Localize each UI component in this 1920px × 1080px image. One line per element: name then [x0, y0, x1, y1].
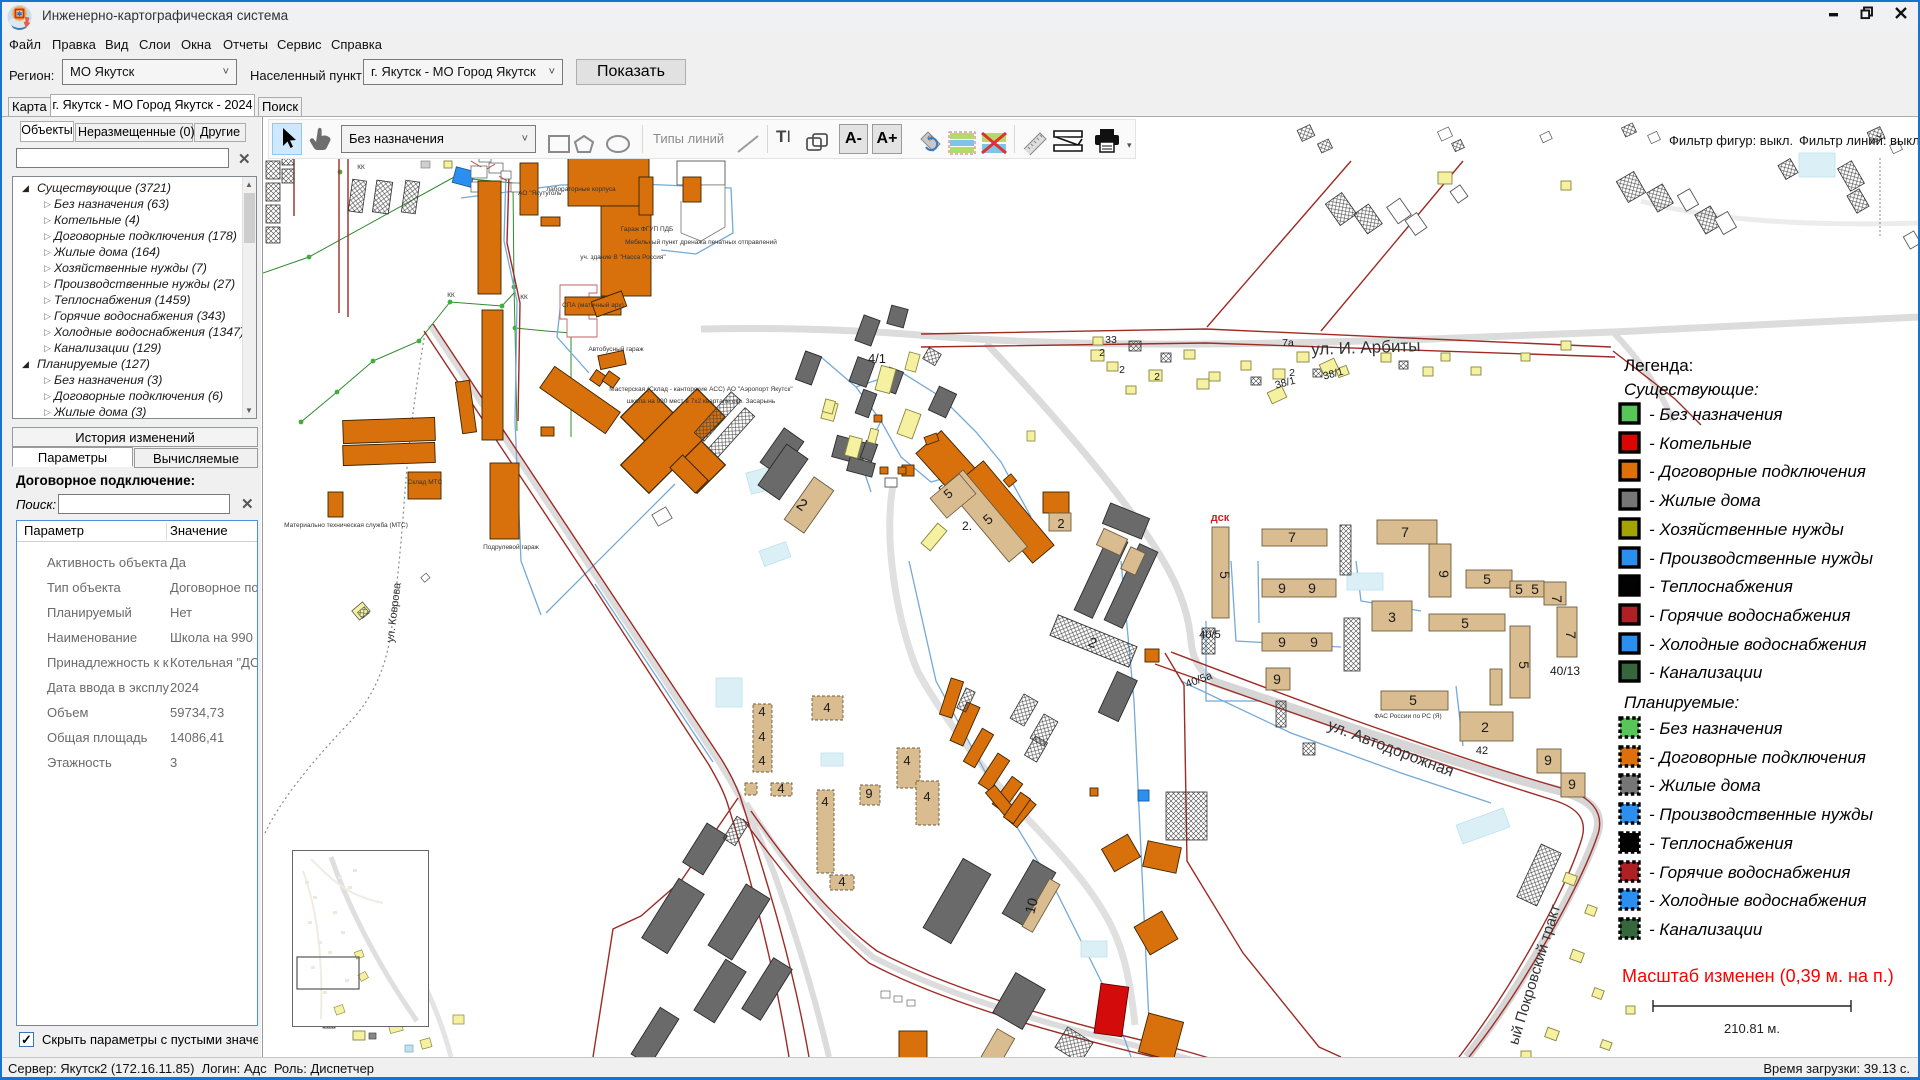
svg-text:7а: 7а [1282, 337, 1294, 349]
svg-text:2: 2 [1481, 719, 1489, 735]
svg-text:КК: КК [520, 294, 528, 301]
svg-text:2: 2 [1119, 364, 1125, 376]
svg-text:4: 4 [758, 704, 765, 719]
svg-text:3: 3 [1388, 609, 1396, 625]
svg-text:9: 9 [1278, 634, 1286, 650]
svg-text:4/1: 4/1 [868, 351, 886, 366]
svg-text:Гараж ФГУП ПДБ: Гараж ФГУП ПДБ [621, 226, 674, 233]
svg-text:школа на 990 мест в 7х2 кварта: школа на 990 мест в 7х2 квартале окр. За… [627, 398, 776, 405]
svg-text:Подрулевой гараж: Подрулевой гараж [483, 543, 539, 551]
svg-text:2: 2 [1289, 367, 1295, 379]
svg-text:4: 4 [758, 753, 765, 768]
svg-text:9: 9 [1436, 570, 1452, 578]
svg-text:Автобусный гараж: Автобусный гараж [588, 345, 644, 353]
svg-text:9: 9 [865, 786, 872, 801]
svg-text:42: 42 [1476, 745, 1488, 757]
svg-text:5: 5 [1461, 615, 1469, 631]
svg-text:Мебельный пункт дренажа печатн: Мебельный пункт дренажа печатных отправл… [625, 238, 777, 246]
svg-text:2: 2 [1099, 347, 1105, 359]
svg-text:7: 7 [1549, 595, 1565, 603]
svg-text:Мастерская (Склад - канторские: Мастерская (Склад - канторские АСС) АО "… [609, 386, 793, 393]
svg-text:Материально техническая служба: Материально техническая служба (МТС) [284, 521, 408, 529]
svg-text:2: 2 [1154, 371, 1160, 383]
svg-text:4: 4 [923, 789, 930, 804]
svg-text:КК: КК [357, 164, 365, 171]
svg-text:5: 5 [1217, 571, 1233, 579]
svg-text:5: 5 [1409, 692, 1417, 708]
svg-text:ул. И. Арбиты: ул. И. Арбиты [1311, 336, 1421, 359]
svg-text:Склад МТС: Склад МТС [408, 479, 443, 486]
svg-text:33: 33 [1105, 334, 1117, 346]
svg-text:4: 4 [777, 781, 784, 796]
svg-text:КК: КК [447, 292, 455, 299]
svg-text:уч. здание В "Насса Россия": уч. здание В "Насса Россия" [580, 254, 666, 261]
svg-text:9: 9 [1308, 580, 1316, 596]
svg-text:9: 9 [1544, 752, 1552, 768]
svg-text:5: 5 [1516, 661, 1532, 669]
svg-text:7: 7 [1563, 631, 1579, 639]
svg-text:2.: 2. [962, 519, 972, 533]
svg-text:СПА (маточный арх): СПА (маточный арх) [562, 301, 624, 309]
svg-text:4: 4 [838, 874, 845, 889]
svg-text:4: 4 [758, 729, 765, 744]
svg-text:4: 4 [903, 753, 910, 768]
svg-text:9: 9 [1278, 580, 1286, 596]
svg-text:9: 9 [1273, 671, 1281, 687]
svg-text:ФАС России по РС (Я): ФАС России по РС (Я) [1374, 713, 1441, 720]
svg-text:лабораторные корпуса: лабораторные корпуса [546, 185, 616, 193]
svg-text:дск: дск [1211, 512, 1230, 524]
svg-text:7: 7 [1288, 529, 1296, 545]
svg-text:5: 5 [1531, 581, 1539, 597]
svg-text:7: 7 [1401, 524, 1409, 540]
svg-text:4: 4 [823, 700, 830, 715]
svg-text:4: 4 [821, 794, 828, 809]
svg-text:2: 2 [1057, 516, 1064, 531]
svg-text:9: 9 [1568, 776, 1576, 792]
svg-text:5: 5 [1483, 571, 1491, 587]
svg-text:40/13: 40/13 [1550, 664, 1580, 678]
svg-text:9: 9 [1310, 634, 1318, 650]
svg-text:5: 5 [1515, 581, 1523, 597]
svg-text:40/5: 40/5 [1199, 629, 1220, 641]
